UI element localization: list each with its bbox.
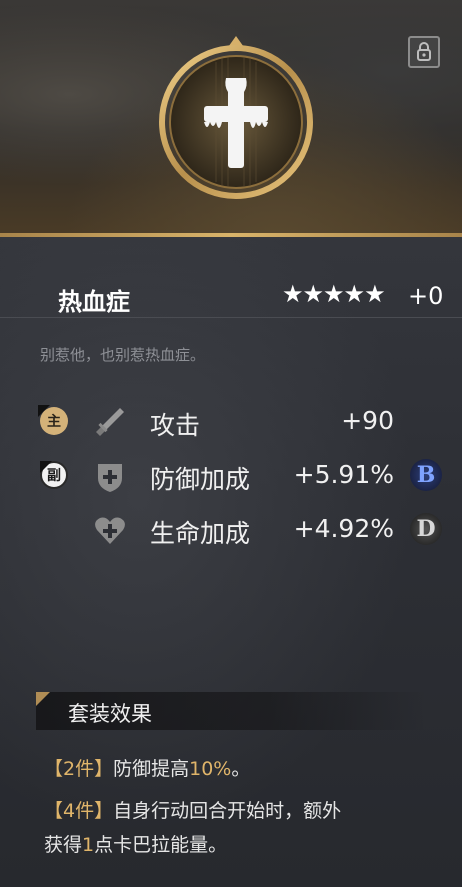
sub-stat-badge-label: 副 (47, 468, 61, 484)
enhance-level: +0 (408, 282, 444, 310)
sub-stat-value: +4.92% (293, 514, 394, 543)
grade-badge: D (410, 513, 442, 545)
flavor-text: 别惹他，也别惹热血症。 (40, 346, 206, 364)
set-4piece-text: 自身行动回合开始时，额外 (113, 800, 342, 822)
set-4piece-value: 1 (82, 834, 95, 856)
grade-badge: B (410, 459, 442, 491)
rarity-stars: ★★★★★ (282, 280, 386, 308)
sub-stat-value: +5.91% (293, 460, 394, 489)
sword-icon (92, 404, 128, 440)
sub-stat-row: 副 防御加成 +5.91% B (0, 454, 462, 498)
set-effect-header: 套装效果 (36, 692, 426, 730)
set-effect-title: 套装效果 (68, 702, 152, 726)
heart-plus-icon (92, 512, 128, 548)
lock-icon[interactable] (408, 36, 440, 68)
detail-panel (0, 237, 462, 887)
set-2piece-end: 。 (231, 758, 251, 780)
sub-stat-name: 生命加成 (150, 519, 251, 548)
main-stat-badge-label: 主 (47, 414, 61, 430)
sub-stat-row: 生命加成 +4.92% D (0, 508, 462, 552)
item-name: 热血症 (58, 288, 130, 316)
main-stat-row: 主 攻击 +90 (0, 400, 462, 444)
set-effect-4piece: 【4件】自身行动回合开始时，额外 (44, 794, 341, 828)
sub-stat-name: 防御加成 (150, 465, 251, 494)
set-2piece-tag: 【2件】 (44, 758, 114, 780)
set-effect-4piece-cont: 获得1点卡巴拉能量。 (44, 828, 227, 862)
main-stat-name: 攻击 (150, 411, 201, 440)
set-4piece-text-c: 点卡巴拉能量。 (94, 834, 228, 856)
set-4piece-tag: 【4件】 (44, 800, 114, 822)
sub-stat-badge: 副 (40, 461, 68, 489)
set-4piece-text-b: 获得 (44, 834, 83, 856)
set-2piece-text: 防御提高 (113, 758, 190, 780)
set-2piece-value: 10% (189, 758, 232, 780)
main-stat-badge: 主 (38, 405, 68, 435)
shield-plus-icon (92, 458, 128, 494)
set-header-corner (36, 692, 50, 706)
main-stat-value: +90 (341, 406, 394, 435)
set-effect-2piece: 【2件】防御提高10%。 (44, 752, 250, 786)
item-emblem-icon (156, 32, 316, 202)
